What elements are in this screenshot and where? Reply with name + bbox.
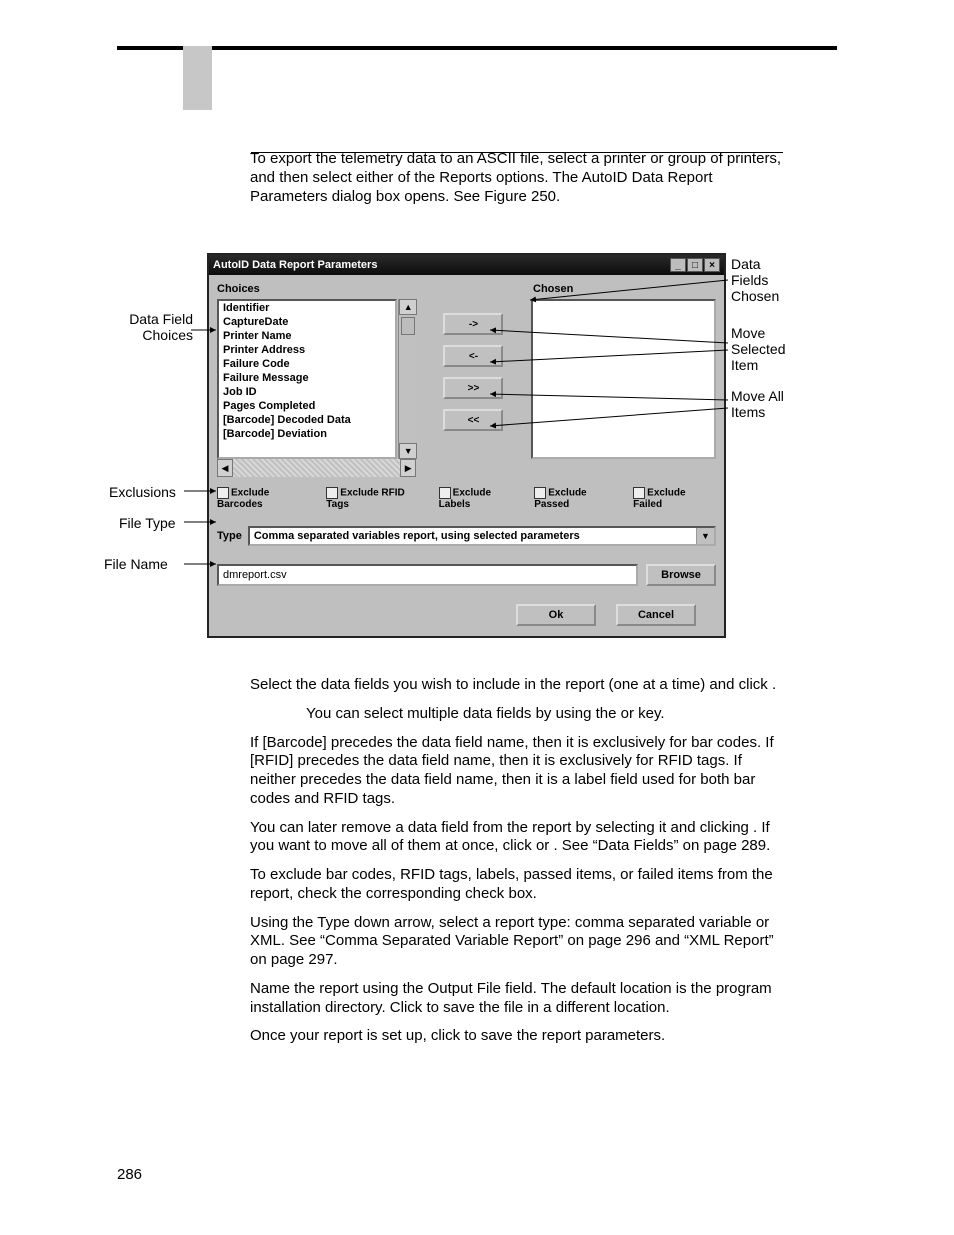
callout-data-field-choices: Data FieldChoices xyxy=(115,311,193,343)
list-item[interactable]: Printer Address xyxy=(219,343,395,357)
type-value: Comma separated variables report, using … xyxy=(254,530,580,542)
callout-move-all: Move AllItems xyxy=(731,388,784,420)
close-button[interactable]: × xyxy=(704,258,720,272)
list-item[interactable]: Failure Code xyxy=(219,357,395,371)
scroll-thumb[interactable] xyxy=(401,317,415,335)
chosen-listbox[interactable] xyxy=(531,299,716,459)
type-select[interactable]: Comma separated variables report, using … xyxy=(248,526,716,546)
scroll-right-icon[interactable]: ▶ xyxy=(400,459,416,477)
type-label: Type xyxy=(217,530,242,542)
body-paragraph: Select the data fields you wish to inclu… xyxy=(250,676,785,695)
exclusions-row: Exclude Barcodes Exclude RFID Tags Exclu… xyxy=(217,487,716,510)
callout-move-selected: MoveSelectedItem xyxy=(731,325,785,373)
move-right-button[interactable]: -> xyxy=(443,313,503,335)
move-left-button[interactable]: <- xyxy=(443,345,503,367)
move-all-right-button[interactable]: >> xyxy=(443,377,503,399)
move-all-left-button[interactable]: << xyxy=(443,409,503,431)
body-paragraph: Name the report using the Output File fi… xyxy=(250,980,785,1018)
page-number: 286 xyxy=(117,1166,142,1183)
choices-heading: Choices xyxy=(217,283,533,295)
scroll-down-icon[interactable]: ▼ xyxy=(399,443,417,459)
list-item[interactable]: [Barcode] Deviation xyxy=(219,427,395,441)
maximize-button[interactable]: □ xyxy=(687,258,703,272)
list-item[interactable]: Printer Name xyxy=(219,329,395,343)
callout-exclusions: Exclusions xyxy=(109,484,176,500)
body-paragraph: Once your report is set up, click to sav… xyxy=(250,1027,785,1046)
list-item[interactable]: Job ID xyxy=(219,385,395,399)
ok-button[interactable]: Ok xyxy=(516,604,596,626)
choices-scrollbar-vertical[interactable]: ▲ ▼ xyxy=(398,299,416,459)
chosen-heading: Chosen xyxy=(533,283,573,295)
callout-file-type: File Type xyxy=(119,515,176,531)
callout-data-fields-chosen: DataFieldsChosen xyxy=(731,256,779,304)
dialog-titlebar[interactable]: AutoID Data Report Parameters _ □ × xyxy=(209,255,724,275)
exclude-rfid-checkbox[interactable]: Exclude RFID Tags xyxy=(326,487,428,510)
cancel-button[interactable]: Cancel xyxy=(616,604,696,626)
filename-input[interactable]: dmreport.csv xyxy=(217,564,638,586)
minimize-button[interactable]: _ xyxy=(670,258,686,272)
scroll-up-icon[interactable]: ▲ xyxy=(399,299,417,315)
header-gray-block xyxy=(183,46,212,110)
body-paragraph: You can later remove a data field from t… xyxy=(250,819,785,857)
browse-button[interactable]: Browse xyxy=(646,564,716,586)
scroll-left-icon[interactable]: ◀ xyxy=(217,459,233,477)
chevron-down-icon[interactable]: ▼ xyxy=(696,528,714,544)
body-paragraph: If [Barcode] precedes the data field nam… xyxy=(250,734,785,809)
body-paragraph: To exclude bar codes, RFID tags, labels,… xyxy=(250,866,785,904)
list-item[interactable]: Identifier xyxy=(219,301,395,315)
dialog-title: AutoID Data Report Parameters xyxy=(213,259,377,271)
body-paragraph: Using the Type down arrow, select a repo… xyxy=(250,914,785,970)
list-item[interactable]: Failure Message xyxy=(219,371,395,385)
list-item[interactable]: [Barcode] Decoded Data xyxy=(219,413,395,427)
intro-paragraph: To export the telemetry data to an ASCII… xyxy=(250,150,785,206)
autoid-dialog: AutoID Data Report Parameters _ □ × Choi… xyxy=(207,253,726,638)
note-paragraph: You can select multiple data fields by u… xyxy=(250,705,785,724)
callout-file-name: File Name xyxy=(104,556,168,572)
exclude-failed-checkbox[interactable]: Exclude Failed xyxy=(633,487,716,510)
list-item[interactable]: CaptureDate xyxy=(219,315,395,329)
exclude-passed-checkbox[interactable]: Exclude Passed xyxy=(534,487,623,510)
exclude-labels-checkbox[interactable]: Exclude Labels xyxy=(439,487,525,510)
header-rule xyxy=(117,46,837,50)
choices-listbox[interactable]: Identifier CaptureDate Printer Name Prin… xyxy=(217,299,397,459)
choices-scrollbar-horizontal[interactable]: ◀ ▶ xyxy=(217,459,416,477)
exclude-barcodes-checkbox[interactable]: Exclude Barcodes xyxy=(217,487,316,510)
list-item[interactable]: Pages Completed xyxy=(219,399,395,413)
